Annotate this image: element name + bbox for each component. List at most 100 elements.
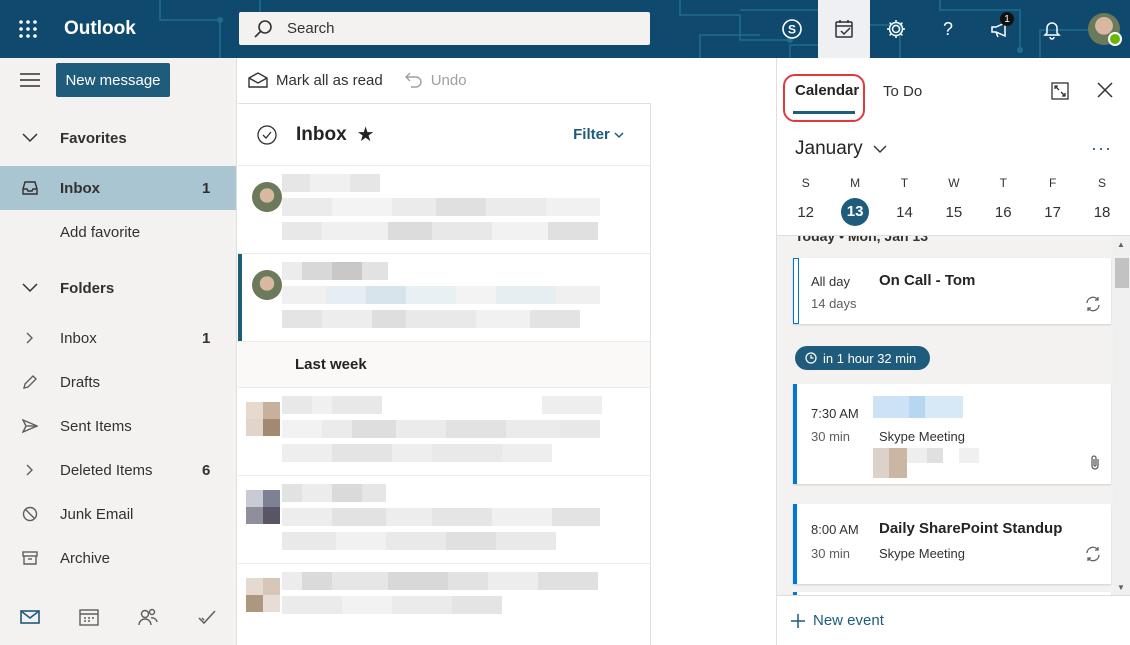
day-column[interactable]: F 17: [1028, 176, 1077, 228]
redacted-message-preview: [282, 484, 600, 550]
week-strip: S 12 M 13 T 14 W 15 T 16 F 17 S 18: [781, 176, 1127, 228]
app-launcher-button[interactable]: [0, 0, 56, 58]
day-column[interactable]: S 18: [1077, 176, 1126, 228]
event-card[interactable]: All day 14 days On Call - Tom: [793, 258, 1111, 324]
scroll-down-icon[interactable]: ▼: [1117, 583, 1125, 592]
event-duration: 30 min: [811, 429, 851, 444]
day-number: 12: [797, 204, 815, 221]
settings-button[interactable]: [870, 0, 922, 58]
scrollbar-thumb[interactable]: [1115, 258, 1129, 288]
day-name: W: [948, 176, 960, 190]
more-options-icon[interactable]: ···: [1091, 138, 1112, 159]
nav-label: Archive: [60, 549, 111, 567]
star-icon[interactable]: ★: [357, 122, 375, 147]
search-box[interactable]: Search: [239, 12, 650, 45]
event-card[interactable]: 7:30 AM 30 min Skype Meeting: [793, 384, 1111, 484]
tab-todo[interactable]: To Do: [883, 83, 922, 100]
nav-label: Deleted Items: [60, 461, 153, 479]
list-item[interactable]: [238, 388, 650, 476]
mark-all-read-button[interactable]: Mark all as read: [248, 72, 383, 89]
list-item[interactable]: [238, 564, 650, 645]
event-time: All day: [811, 274, 851, 289]
skype-button[interactable]: S: [766, 0, 818, 58]
chevron-down-icon: [22, 133, 38, 143]
close-icon[interactable]: [1097, 82, 1113, 98]
nav-section-folders[interactable]: Folders: [0, 266, 236, 310]
nav-item-junk[interactable]: Junk Email: [0, 492, 236, 536]
month-picker[interactable]: January: [795, 138, 887, 160]
gear-icon: [887, 20, 905, 38]
help-button[interactable]: ?: [922, 0, 974, 58]
select-all-checkbox[interactable]: [257, 124, 277, 145]
pop-out-icon[interactable]: [1051, 82, 1069, 100]
account-button[interactable]: [1078, 0, 1130, 58]
chevron-right-icon: [26, 332, 33, 344]
day-column[interactable]: T 14: [880, 176, 929, 228]
svg-text:?: ?: [943, 19, 953, 39]
archive-icon: [22, 551, 38, 565]
new-event-label: New event: [813, 612, 884, 629]
chevron-down-icon: [22, 283, 38, 293]
top-bar: Outlook Search S ? 1: [0, 0, 1130, 58]
block-icon: [22, 506, 38, 522]
my-day-button[interactable]: [818, 0, 870, 58]
list-item[interactable]: [238, 254, 650, 342]
nav-section-favorites[interactable]: Favorites: [0, 116, 236, 160]
mail-toolbar: Mark all as read Undo: [238, 58, 776, 102]
list-item[interactable]: [238, 166, 650, 254]
svg-text:S: S: [788, 23, 796, 37]
hamburger-icon[interactable]: [20, 73, 40, 87]
app-title[interactable]: Outlook: [64, 18, 136, 40]
event-card[interactable]: 8:00 AM 30 min Daily SharePoint Standup …: [793, 504, 1111, 584]
new-event-button[interactable]: New event: [777, 595, 1130, 645]
countdown-badge: in 1 hour 32 min: [795, 346, 931, 370]
event-title: Daily SharePoint Standup: [879, 520, 1063, 537]
list-header: Inbox ★ Filter: [238, 104, 650, 166]
countdown-label: in 1 hour 32 min: [823, 350, 917, 366]
nav-item-inbox-favorite[interactable]: Inbox 1: [0, 166, 236, 210]
chevron-down-icon: [614, 132, 624, 139]
notifications-button[interactable]: [1026, 0, 1078, 58]
nav-label: Inbox: [60, 329, 97, 347]
day-column[interactable]: W 15: [929, 176, 978, 228]
day-column[interactable]: M 13: [830, 176, 879, 228]
todo-icon[interactable]: [197, 608, 217, 626]
nav-item-sent[interactable]: Sent Items: [0, 404, 236, 448]
nav-item-inbox[interactable]: Inbox 1: [0, 316, 236, 360]
nav-item-archive[interactable]: Archive: [0, 536, 236, 580]
recurring-icon: [1086, 546, 1100, 562]
redacted-message-preview: [282, 572, 598, 614]
list-item[interactable]: [238, 476, 650, 564]
filter-button[interactable]: Filter: [573, 126, 624, 143]
chevron-right-icon: [26, 464, 33, 476]
undo-icon: [404, 72, 422, 88]
calendar-check-icon: [835, 20, 853, 38]
nav-item-add-favorite[interactable]: Add favorite: [0, 210, 236, 254]
people-icon[interactable]: [137, 608, 158, 626]
day-column[interactable]: T 16: [979, 176, 1028, 228]
day-column[interactable]: S 12: [781, 176, 830, 228]
scroll-up-icon[interactable]: ▲: [1117, 240, 1125, 249]
event-color-bar: [793, 504, 797, 584]
active-tab-indicator: [793, 111, 855, 114]
undo-button[interactable]: Undo: [404, 72, 467, 89]
whats-new-button[interactable]: 1: [974, 0, 1026, 58]
day-number-today: 13: [841, 198, 870, 226]
new-message-button[interactable]: New message: [56, 63, 170, 97]
tab-calendar[interactable]: Calendar: [795, 82, 859, 99]
redacted-message-preview: [282, 396, 602, 462]
nav-label: Inbox: [60, 179, 100, 197]
nav-item-deleted[interactable]: Deleted Items 6: [0, 448, 236, 492]
event-time: 8:00 AM: [811, 522, 859, 537]
agenda-scrollbar[interactable]: ▲ ▼: [1113, 236, 1130, 595]
left-navigation: New message Favorites Inbox 1 Add favori…: [0, 58, 237, 645]
mail-icon[interactable]: [19, 609, 40, 625]
calendar-icon[interactable]: [78, 608, 99, 626]
event-time: 7:30 AM: [811, 406, 859, 421]
waffle-icon: [19, 20, 37, 38]
nav-item-drafts[interactable]: Drafts: [0, 360, 236, 404]
day-name: M: [850, 176, 861, 190]
paperclip-icon: [1091, 455, 1099, 470]
unread-count: 6: [202, 461, 211, 479]
event-color-bar: [793, 384, 797, 484]
